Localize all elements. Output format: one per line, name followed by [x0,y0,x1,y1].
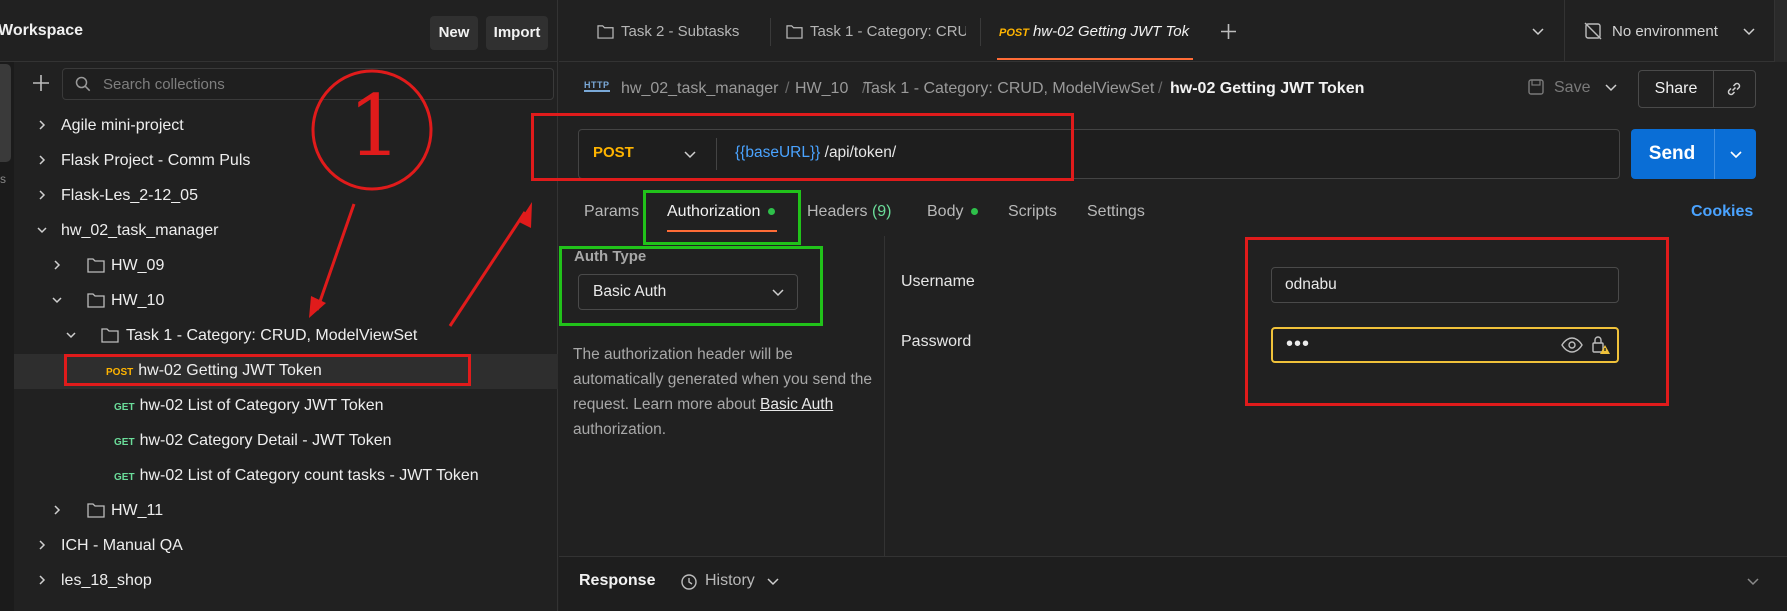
annotation-arrow-up [448,211,527,327]
annotation-number: 1 [348,77,402,175]
annotation-drawing [309,69,532,327]
annotation-arrow-up-head [519,202,532,228]
annotation-arrow-down [315,203,356,311]
annotation-arrow-down-head [309,296,326,318]
